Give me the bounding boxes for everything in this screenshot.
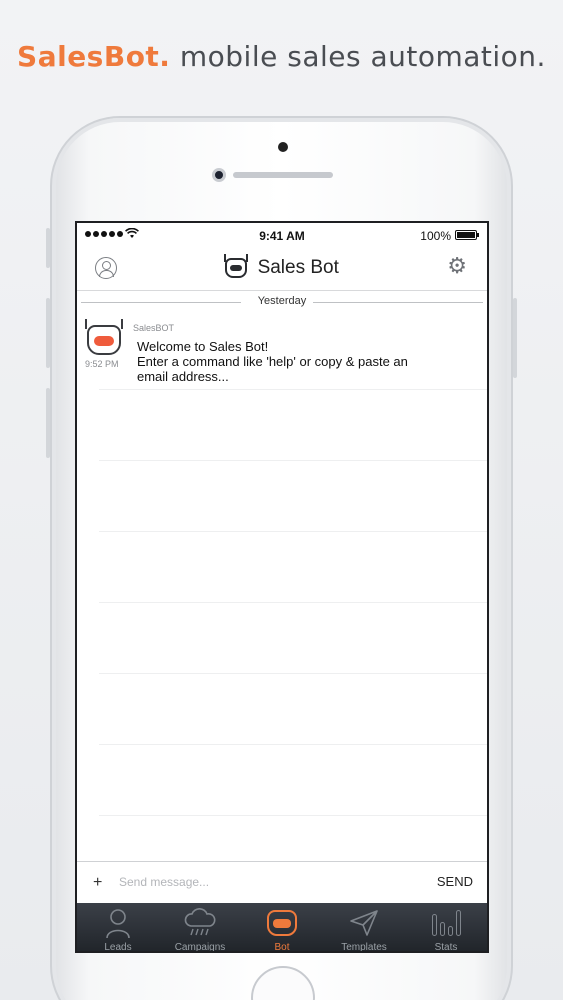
bot-avatar-icon	[85, 319, 123, 355]
tab-bar: Leads Campaigns Bot Templates Stats	[77, 903, 487, 953]
message-sender: SalesBOT	[133, 323, 175, 333]
status-bar: 9:41 AM 100%	[77, 223, 487, 249]
person-icon	[77, 907, 159, 939]
tab-bot[interactable]: Bot	[241, 903, 323, 953]
page-title: Sales Bot	[257, 257, 339, 278]
day-divider-label: Yesterday	[257, 295, 307, 307]
row-separator	[99, 744, 487, 745]
nav-bar: Sales Bot ⚙	[77, 249, 487, 291]
message-body: Welcome to Sales Bot! Enter a command li…	[137, 339, 467, 384]
row-separator	[99, 673, 487, 674]
bot-icon	[241, 907, 323, 939]
bot-logo-icon	[224, 254, 249, 278]
row-separator	[99, 815, 487, 816]
row-separator	[99, 602, 487, 603]
chat-message: 9:52 PM SalesBOT Welcome to Sales Bot! E…	[77, 319, 487, 391]
brand-name: SalesBot.	[17, 40, 171, 73]
volume-down-button	[46, 388, 50, 458]
row-separator	[99, 531, 487, 532]
bar-chart-icon	[405, 907, 487, 939]
tab-label: Campaigns	[174, 942, 226, 953]
tab-label: Bot	[274, 942, 290, 953]
rain-cloud-icon	[159, 907, 241, 939]
tab-leads[interactable]: Leads	[77, 903, 159, 953]
divider-line-right	[313, 302, 483, 303]
row-separator	[99, 389, 487, 390]
nav-title-group: Sales Bot	[77, 254, 487, 279]
message-line: Enter a command like 'help' or copy & pa…	[137, 354, 408, 369]
front-camera	[212, 168, 226, 182]
battery-icon	[455, 230, 479, 240]
tab-campaigns[interactable]: Campaigns	[159, 903, 241, 953]
app-screen: 9:41 AM 100% Sales Bot ⚙ Yesterday 9:52 …	[75, 221, 489, 953]
mute-switch	[46, 228, 50, 268]
power-button	[513, 298, 517, 378]
tab-stats[interactable]: Stats	[405, 903, 487, 953]
marketing-headline: SalesBot. mobile sales automation.	[0, 40, 563, 73]
sensor-dot	[278, 142, 288, 152]
message-composer: + SEND	[77, 861, 487, 903]
day-divider: Yesterday	[77, 295, 487, 311]
gear-icon[interactable]: ⚙	[447, 255, 467, 277]
home-button	[251, 966, 315, 1000]
send-button[interactable]: SEND	[437, 874, 473, 889]
earpiece-speaker	[233, 172, 333, 178]
volume-up-button	[46, 298, 50, 368]
paper-plane-icon	[323, 907, 405, 939]
message-input[interactable]	[119, 870, 409, 894]
battery-percent: 100%	[420, 229, 451, 243]
tab-templates[interactable]: Templates	[323, 903, 405, 953]
tab-label: Stats	[434, 942, 458, 953]
tab-label: Leads	[104, 942, 132, 953]
message-line: Welcome to Sales Bot!	[137, 339, 269, 354]
row-separator	[99, 460, 487, 461]
tagline: mobile sales automation.	[179, 40, 546, 73]
attach-plus-button[interactable]: +	[93, 874, 102, 892]
tab-label: Templates	[341, 942, 387, 953]
message-time: 9:52 PM	[85, 359, 119, 369]
message-line: email address...	[137, 369, 229, 384]
